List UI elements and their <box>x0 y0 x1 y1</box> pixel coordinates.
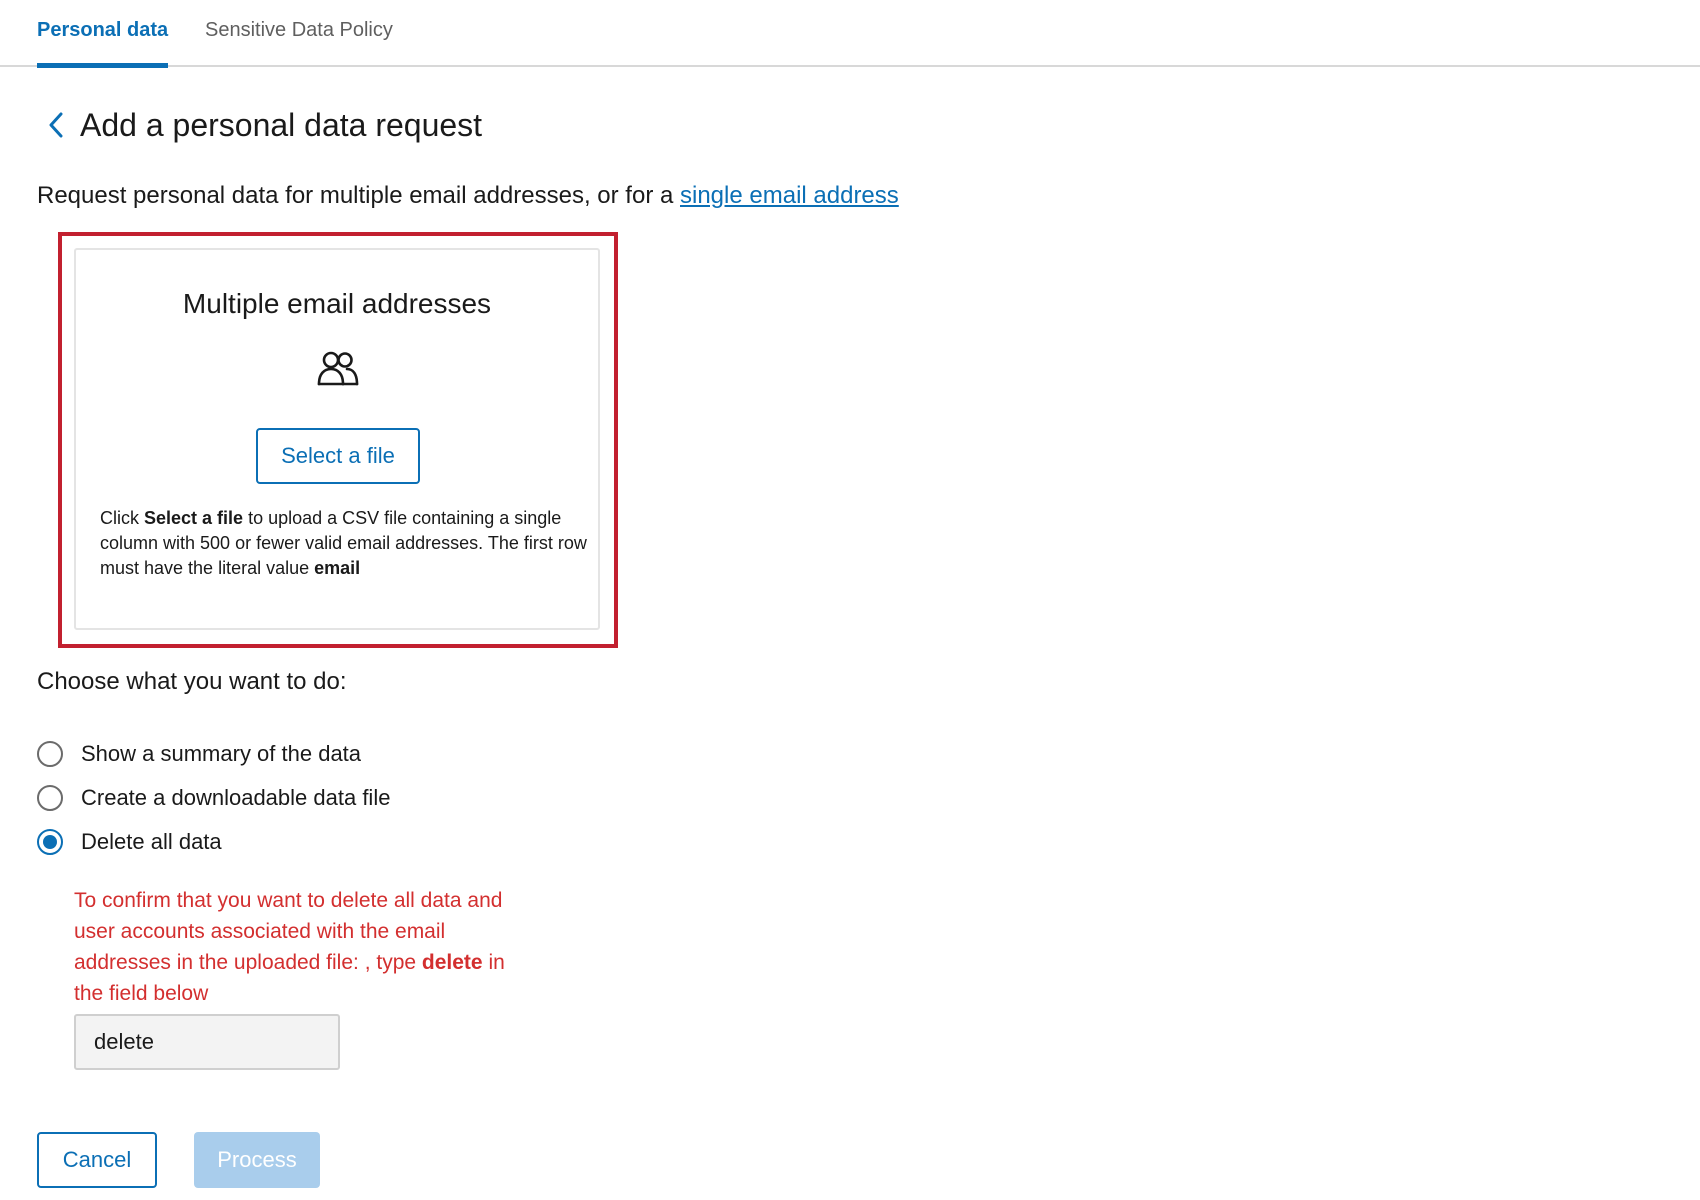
radio-button[interactable] <box>37 741 63 767</box>
cancel-button[interactable]: Cancel <box>37 1132 157 1188</box>
intro-text: Request personal data for multiple email… <box>37 180 899 212</box>
process-button[interactable]: Process <box>194 1132 320 1188</box>
radio-label: Delete all data <box>81 829 222 854</box>
radio-button[interactable] <box>37 785 63 811</box>
card-description: Click Select a file to upload a CSV file… <box>100 506 590 581</box>
radio-button-selected[interactable] <box>37 829 63 855</box>
card-desc-text: Click <box>100 508 144 528</box>
delete-confirm-warning: To confirm that you want to delete all d… <box>74 885 534 1009</box>
intro-text-label: Request personal data for multiple email… <box>37 182 680 209</box>
multiple-email-card: Multiple email addresses Select a file C… <box>74 248 600 630</box>
page-title: Add a personal data request <box>80 107 483 143</box>
select-file-button[interactable]: Select a file <box>256 428 420 484</box>
people-icon <box>317 351 359 386</box>
option-delete-all[interactable]: Delete all data <box>37 827 222 857</box>
single-email-address-link[interactable]: single email address <box>680 182 899 209</box>
option-create-file[interactable]: Create a downloadable data file <box>37 783 390 813</box>
chevron-left-icon[interactable] <box>44 109 68 141</box>
warning-keyword: delete <box>421 951 483 974</box>
tab-bar: Personal data Sensitive Data Policy <box>0 0 1700 68</box>
radio-label: Show a summary of the data <box>81 741 362 766</box>
radio-label: Create a downloadable data file <box>81 785 391 810</box>
choose-label: Choose what you want to do: <box>37 668 347 695</box>
tab-sensitive-data-policy[interactable]: Sensitive Data Policy <box>205 16 393 44</box>
card-desc-bold: email <box>314 558 361 578</box>
card-title: Multiple email addresses <box>182 288 492 319</box>
tab-personal-data[interactable]: Personal data <box>37 16 169 68</box>
option-show-summary[interactable]: Show a summary of the data <box>37 739 361 769</box>
delete-confirm-input[interactable] <box>74 1014 340 1070</box>
card-desc-bold: Select a file <box>144 508 244 528</box>
